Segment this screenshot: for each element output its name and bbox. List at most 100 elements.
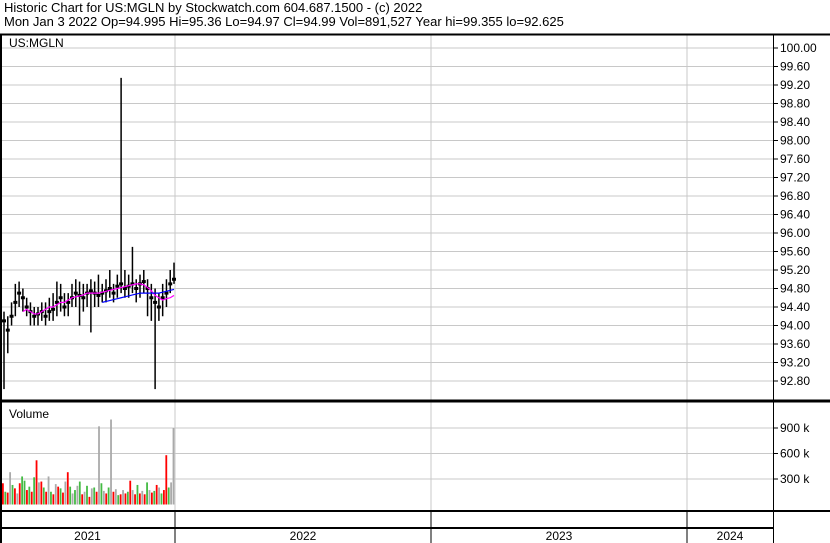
volume-bar [9, 472, 12, 505]
y-tick-label: 99.20 [780, 78, 810, 92]
volume-bar [165, 455, 168, 505]
volume-bar [90, 488, 93, 505]
volume-bar [126, 491, 129, 505]
volume-bar [57, 486, 60, 505]
volume-bar [134, 494, 136, 505]
volume-bar [105, 493, 108, 505]
y-tick-label: 96.40 [780, 208, 810, 222]
volume-bar [153, 490, 156, 505]
y-tick-label: 100.00 [780, 41, 817, 55]
volume-bar [158, 487, 160, 505]
volume-bar [62, 492, 64, 505]
volume-bar [4, 491, 7, 505]
volume-bar [74, 490, 76, 505]
volume-bar [117, 495, 120, 505]
volume-label: Volume [9, 407, 49, 421]
volume-bar [71, 493, 74, 505]
volume-bar [112, 491, 115, 505]
volume-bar [26, 490, 28, 505]
volume-bar [50, 491, 52, 505]
volume-bar [129, 480, 132, 505]
symbol-label: US:MGLN [9, 36, 64, 50]
y-tick-label: 95.60 [780, 245, 810, 259]
y-tick-label: 98.80 [780, 97, 810, 111]
x-year-label: 2023 [546, 529, 573, 543]
y-tick-label: 94.00 [780, 319, 810, 333]
volume-bar [131, 490, 134, 505]
volume-bar [124, 493, 127, 505]
volume-bar [143, 494, 146, 505]
volume-bar [40, 481, 43, 505]
y-tick-label: 98.40 [780, 115, 810, 129]
y-tick-label: 93.20 [780, 356, 810, 370]
volume-bar [38, 482, 40, 505]
volume-bar [78, 481, 81, 505]
y-tick-label: 99.60 [780, 60, 810, 74]
volume-bar [114, 489, 117, 505]
volume-bar [107, 487, 110, 505]
volume-bar [81, 494, 84, 505]
volume-bar [33, 477, 36, 505]
x-year-label: 2021 [74, 529, 101, 543]
volume-bar [11, 484, 14, 505]
y-tick-label: 92.80 [780, 374, 810, 388]
x-year-label: 2024 [717, 529, 744, 543]
volume-bar [54, 484, 57, 505]
y-tick-label: 97.20 [780, 171, 810, 185]
chart-window: Historic Chart for US:MGLN by Stockwatch… [0, 0, 830, 543]
volume-bar [2, 483, 4, 505]
volume-bar [136, 484, 139, 505]
volume-bar [66, 472, 69, 505]
volume-bar [138, 493, 141, 505]
volume-bar [23, 480, 26, 505]
y-tick-label: 96.80 [780, 189, 810, 203]
volume-bar [170, 482, 172, 505]
volume-tick-label: 300 k [780, 472, 810, 486]
x-year-label: 2022 [290, 529, 317, 543]
volume-bar [146, 482, 148, 505]
volume-bar [119, 494, 122, 505]
volume-tick-label: 900 k [780, 421, 810, 435]
volume-bar [18, 483, 21, 505]
volume-bar [52, 494, 55, 505]
volume-tick-label: 600 k [780, 447, 810, 461]
volume-bar [45, 491, 48, 505]
volume-bar [69, 486, 72, 505]
volume-bar [30, 491, 33, 505]
y-tick-label: 93.60 [780, 337, 810, 351]
volume-bar [122, 490, 124, 505]
volume-bar [14, 488, 16, 505]
volume-bar [95, 491, 98, 505]
volume-bar [6, 492, 9, 505]
volume-bar [160, 493, 163, 505]
volume-bar [64, 481, 67, 505]
y-tick-label: 97.60 [780, 152, 810, 166]
volume-bar [98, 426, 100, 505]
volume-bar [16, 493, 19, 505]
y-tick-label: 94.80 [780, 282, 810, 296]
stock-chart: US:MGLN Volume 100.00 99.60 99.20 98.80 98.4… [0, 33, 830, 543]
y-tick-label: 96.00 [780, 226, 810, 240]
volume-bar [150, 492, 153, 505]
volume-bar [28, 486, 31, 505]
volume-bar [100, 483, 103, 505]
volume-bar [155, 484, 158, 505]
volume-bar [59, 488, 62, 505]
volume-bar [93, 487, 96, 505]
volume-bar [88, 496, 91, 505]
volume-bar [167, 487, 170, 505]
volume-bar [141, 490, 144, 505]
volume-bar [110, 419, 112, 505]
volume-bar [42, 487, 45, 505]
volume-bar [76, 485, 79, 505]
volume-bar [172, 428, 175, 505]
volume-bar [21, 476, 24, 505]
y-tick-label: 98.00 [780, 134, 810, 148]
y-tick-label: 94.40 [780, 300, 810, 314]
y-tick-label: 95.20 [780, 263, 810, 277]
volume-bar [83, 491, 86, 505]
volume-bar [162, 490, 165, 505]
volume-bar [47, 476, 50, 505]
volume-bar [102, 490, 105, 505]
volume-bar [148, 490, 151, 505]
